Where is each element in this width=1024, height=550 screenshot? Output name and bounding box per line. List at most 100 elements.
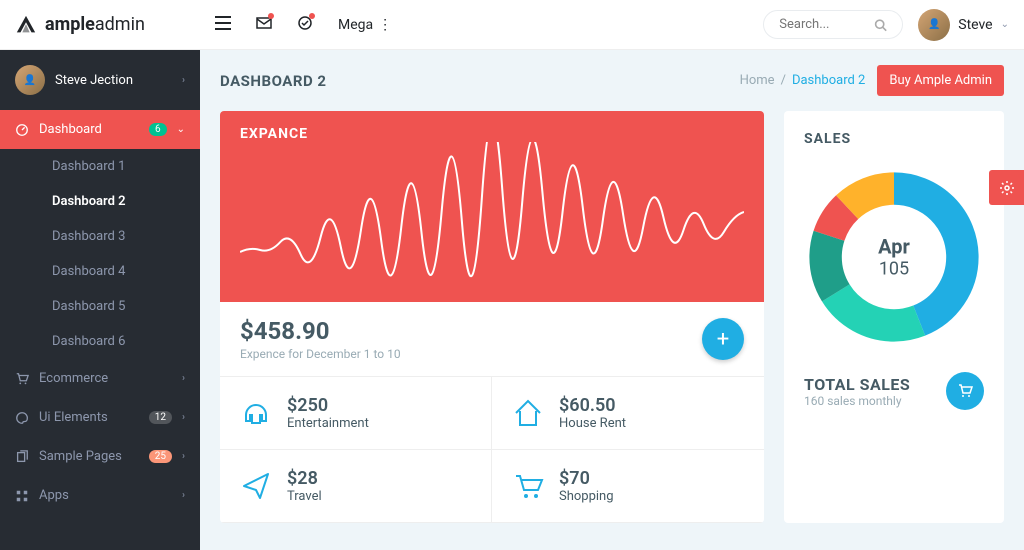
page-header: DASHBOARD 2 Home / Dashboard 2 Buy Ample… (200, 50, 1024, 111)
menu-icon[interactable] (215, 15, 231, 34)
sales-donut: Apr 105 (804, 167, 984, 347)
copy-icon (15, 450, 29, 464)
user-menu[interactable]: 👤 Steve ⌄ (918, 9, 1009, 41)
sidebar-item-ui[interactable]: Ui Elements 12 › (0, 398, 200, 437)
breadcrumb-sep: / (781, 73, 786, 88)
mega-menu[interactable]: Mega ⋮ (338, 17, 392, 33)
headphones-icon (240, 397, 272, 429)
label: House Rent (559, 416, 626, 431)
sales-total-sub: 160 sales monthly (804, 394, 910, 408)
chevron-right-icon: › (182, 451, 185, 462)
sidebar-badge: 25 (149, 450, 172, 463)
breadcrumb-home[interactable]: Home (740, 73, 775, 88)
check-icon[interactable] (297, 15, 313, 35)
chevron-right-icon: › (182, 373, 185, 384)
sidebar-item-label: Apps (39, 488, 172, 503)
sidebar-item-sample[interactable]: Sample Pages 25 › (0, 437, 200, 476)
sidebar-item-dashboard[interactable]: Dashboard 6 ⌄ (0, 110, 200, 149)
donut-label: Apr (878, 235, 910, 259)
sidebar-sub-item[interactable]: Dashboard 5 (37, 289, 200, 324)
user-name: Steve (958, 17, 992, 33)
search-box[interactable] (763, 10, 903, 39)
sales-title: SALES (804, 131, 984, 147)
brand-bold: ample (45, 14, 95, 35)
sales-total-row: TOTAL SALES 160 sales monthly (804, 372, 984, 410)
plane-icon (240, 470, 272, 502)
cart-icon (512, 470, 544, 502)
expance-cell-shopping: $70Shopping (492, 450, 764, 523)
main-content: DASHBOARD 2 Home / Dashboard 2 Buy Ample… (200, 50, 1024, 523)
label: Shopping (559, 489, 614, 504)
buy-button[interactable]: Buy Ample Admin (877, 65, 1004, 96)
amount: $60.50 (559, 395, 626, 416)
cart-button[interactable] (946, 372, 984, 410)
search-icon (874, 18, 887, 32)
chevron-down-icon: ⌄ (1001, 19, 1009, 30)
sidebar-item-ecommerce[interactable]: Ecommerce › (0, 359, 200, 398)
cart-icon (15, 372, 29, 386)
expance-header: EXPANCE (220, 111, 764, 302)
chevron-right-icon: › (182, 412, 185, 423)
amount: $28 (287, 468, 322, 489)
mega-label: Mega (338, 17, 373, 33)
sidebar-sub-item[interactable]: Dashboard 3 (37, 219, 200, 254)
sidebar-item-label: Ui Elements (39, 410, 139, 425)
expance-subtitle: Expence for December 1 to 10 (240, 347, 401, 361)
page-title: DASHBOARD 2 (220, 72, 327, 90)
sidebar-sub-item[interactable]: Dashboard 2 (37, 184, 200, 219)
gauge-icon (15, 123, 29, 137)
expance-grid: $250Entertainment $60.50House Rent $28Tr… (220, 376, 764, 523)
expance-cell-house: $60.50House Rent (492, 377, 764, 450)
expance-cell-entertainment: $250Entertainment (220, 377, 492, 450)
breadcrumb: Home / Dashboard 2 (740, 73, 866, 88)
donut-center: Apr 105 (878, 235, 910, 280)
chevron-right-icon: › (182, 75, 185, 86)
chevron-right-icon: › (182, 490, 185, 501)
sidebar-badge: 6 (149, 123, 167, 136)
avatar: 👤 (15, 65, 45, 95)
mail-icon[interactable] (256, 15, 272, 34)
add-button[interactable]: + (702, 318, 744, 360)
donut-value: 105 (878, 259, 910, 280)
expance-card: EXPANCE $458.90 Expence for December 1 t… (220, 111, 764, 523)
label: Entertainment (287, 416, 369, 431)
plus-icon: + (717, 327, 729, 352)
sidebar-item-apps[interactable]: Apps › (0, 476, 200, 515)
avatar: 👤 (918, 9, 950, 41)
expance-total-row: $458.90 Expence for December 1 to 10 + (220, 302, 764, 376)
sidebar-sub-item[interactable]: Dashboard 4 (37, 254, 200, 289)
expance-cell-travel: $28Travel (220, 450, 492, 523)
more-icon: ⋮ (378, 17, 392, 33)
sidebar-item-label: Sample Pages (39, 449, 139, 464)
cart-icon (957, 383, 973, 399)
sidebar-badge: 12 (149, 411, 172, 424)
palette-icon (15, 411, 29, 425)
sidebar-user-name: Steve Jection (55, 73, 172, 88)
sales-total-title: TOTAL SALES (804, 375, 910, 394)
label: Travel (287, 489, 322, 504)
topbar: ampleadmin Mega ⋮ 👤 Steve ⌄ (0, 0, 1024, 50)
expance-total: $458.90 (240, 317, 401, 345)
logo-icon (15, 14, 37, 36)
topbar-icons: Mega ⋮ (215, 15, 392, 35)
settings-button[interactable] (989, 170, 1024, 205)
brand-logo[interactable]: ampleadmin (15, 14, 200, 36)
amount: $250 (287, 395, 369, 416)
amount: $70 (559, 468, 614, 489)
sales-card: SALES Apr 105 TOTAL SALES 160 sales mon (784, 111, 1004, 523)
sidebar-sub-item[interactable]: Dashboard 1 (37, 149, 200, 184)
sidebar-sub-items: Dashboard 1 Dashboard 2 Dashboard 3 Dash… (0, 149, 200, 359)
expance-title: EXPANCE (240, 126, 744, 142)
grid-icon (15, 489, 29, 503)
sidebar-user[interactable]: 👤 Steve Jection › (0, 50, 200, 110)
sidebar-sub-item[interactable]: Dashboard 6 (37, 324, 200, 359)
brand-light: admin (95, 14, 145, 35)
sidebar-item-label: Ecommerce (39, 371, 172, 386)
expance-sparkline (240, 142, 744, 292)
sidebar-item-label: Dashboard (39, 122, 139, 137)
notification-dot (309, 13, 315, 19)
gear-icon (999, 180, 1015, 196)
search-input[interactable] (779, 17, 874, 32)
chevron-down-icon: ⌄ (177, 124, 185, 135)
breadcrumb-current: Dashboard 2 (792, 73, 865, 88)
